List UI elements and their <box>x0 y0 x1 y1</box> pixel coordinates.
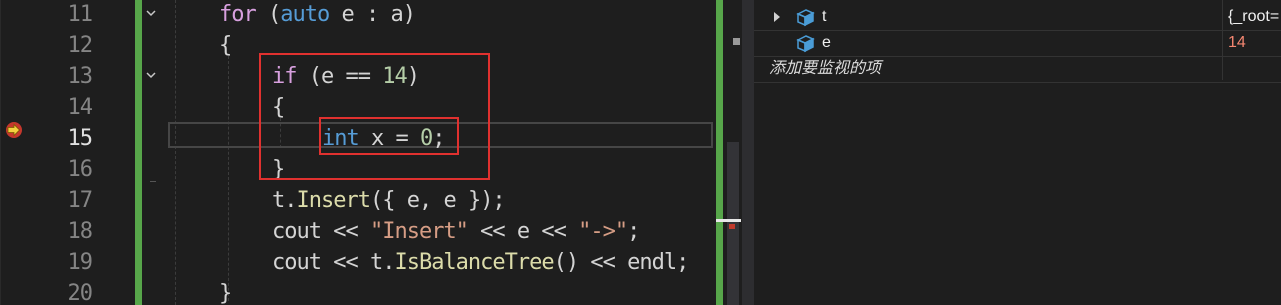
object-icon <box>796 35 815 53</box>
code-line[interactable]: } <box>219 278 232 305</box>
code-token: auto <box>280 2 330 27</box>
panel-splitter[interactable] <box>742 0 754 305</box>
line-number: 17 <box>67 188 94 213</box>
scrollbar-marker <box>733 38 740 45</box>
indent-guide <box>175 0 176 305</box>
breakpoint-current-statement-icon[interactable] <box>5 121 23 139</box>
code-token: cout << t. <box>272 250 395 275</box>
fold-end-marker <box>150 181 156 182</box>
watch-name[interactable]: t <box>822 4 826 30</box>
indicator-margin[interactable] <box>0 0 1 305</box>
watch-name[interactable]: e <box>822 30 831 56</box>
add-watch-placeholder[interactable]: 添加要监视的项 <box>769 56 881 82</box>
code-line[interactable]: for (auto e : a) <box>219 0 416 30</box>
code-token: << e << <box>467 219 579 244</box>
code-token: "Insert" <box>369 219 469 244</box>
code-token: { <box>219 33 232 58</box>
line-number: 15 <box>67 126 94 151</box>
indent-guide <box>228 56 229 301</box>
code-line[interactable]: t.Insert({ e, e }); <box>272 185 506 216</box>
line-number: 20 <box>67 281 94 305</box>
code-editor[interactable]: 11 12 13 14 15 16 17 18 19 20 for (auto e : a){if… <box>0 0 741 305</box>
line-number: 11 <box>67 2 94 27</box>
code-token: Insert <box>296 188 371 213</box>
code-token: cout << <box>272 219 370 244</box>
code-line[interactable]: cout << "Insert" << e << "->"; <box>272 216 640 247</box>
fold-chevron-icon[interactable] <box>145 7 157 19</box>
fold-chevron-icon[interactable] <box>145 69 157 81</box>
watch-window[interactable]: t {_root= e 14 添加要监视的项 <box>754 0 1281 305</box>
code-line[interactable]: { <box>219 30 232 61</box>
line-number: 19 <box>67 250 94 275</box>
scrollbar-breakpoint-marker <box>729 224 735 229</box>
code-token: ( <box>255 2 281 27</box>
watch-add-row[interactable]: 添加要监视的项 <box>754 56 1281 83</box>
code-token: ({ e, e }); <box>369 188 506 213</box>
code-token: e : a) <box>329 2 415 27</box>
line-number: 14 <box>67 95 94 120</box>
code-token: IsBalanceTree <box>394 250 554 275</box>
line-number: 12 <box>67 33 94 58</box>
code-token: } <box>219 281 232 305</box>
scrollbar-caret-position <box>716 219 741 222</box>
change-tracking-bar <box>135 0 142 305</box>
line-number: 16 <box>67 157 94 182</box>
code-line[interactable]: cout << t.IsBalanceTree() << endl; <box>272 247 690 278</box>
line-number: 13 <box>67 64 94 89</box>
code-token: for <box>219 2 257 27</box>
watch-row[interactable]: t {_root= <box>754 4 1281 31</box>
expand-arrow-icon[interactable] <box>774 12 780 22</box>
code-token: ; <box>627 219 640 244</box>
watch-value[interactable]: 14 <box>1228 30 1246 56</box>
code-token: . <box>284 188 297 213</box>
code-token: t <box>272 188 285 213</box>
code-token: "->" <box>578 219 628 244</box>
watch-value[interactable]: {_root= <box>1228 4 1279 30</box>
object-icon <box>796 9 815 27</box>
annotation-box-int-statement <box>319 117 459 155</box>
line-number: 18 <box>67 219 94 244</box>
watch-row[interactable]: e 14 <box>754 30 1281 57</box>
editor-right-change-bar <box>716 0 723 305</box>
code-token: () << endl; <box>553 250 690 275</box>
